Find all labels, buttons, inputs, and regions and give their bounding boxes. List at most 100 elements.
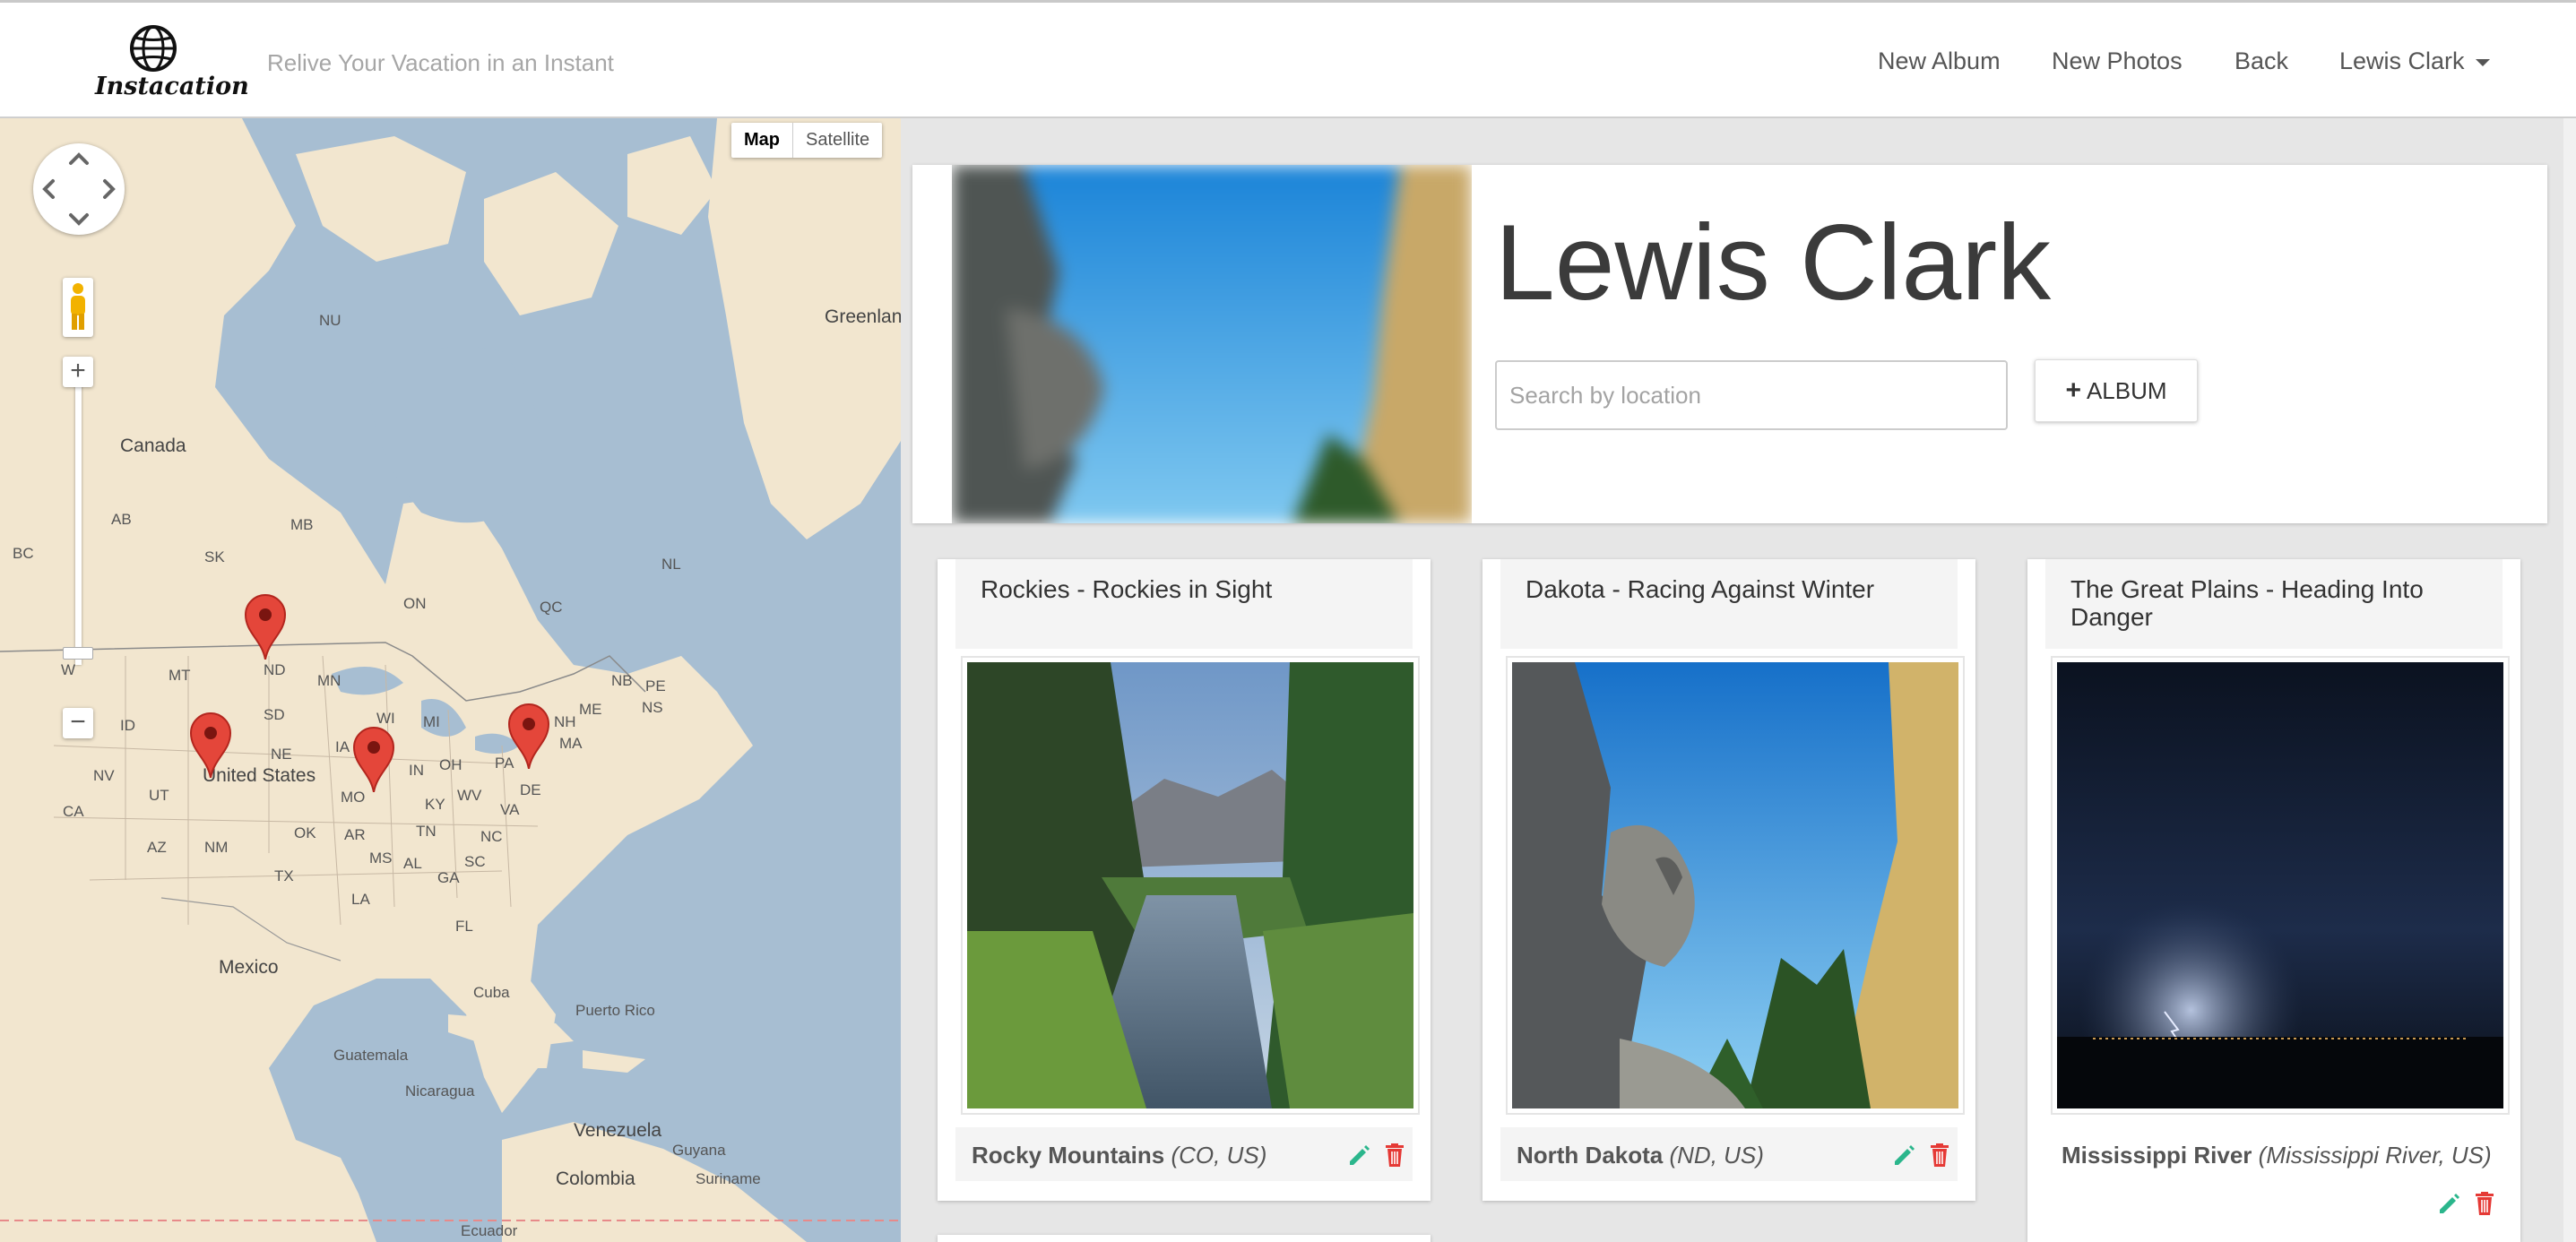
edit-pencil-icon[interactable]	[2436, 1190, 2461, 1217]
map-label-oh: OH	[439, 756, 462, 773]
map-label-ca: CA	[63, 803, 84, 820]
map-label-guatemala: Guatemala	[333, 1047, 409, 1064]
album-location: Mississippi River (Mississippi River, US…	[2062, 1142, 2492, 1169]
profile-name: Lewis Clark	[1495, 203, 2052, 323]
zoom-in-button[interactable]: +	[63, 357, 93, 387]
map-label-in: IN	[409, 762, 424, 779]
nav-user-name: Lewis Clark	[2339, 47, 2465, 74]
map-label-mexico: Mexico	[219, 957, 279, 978]
map-label-mn: MN	[317, 672, 341, 689]
map-label-ia: IA	[335, 738, 350, 755]
map-label-sd: SD	[264, 706, 285, 723]
album-photo[interactable]	[2051, 656, 2510, 1115]
album-location-name: Rocky Mountains	[972, 1142, 1165, 1169]
map-label-ma: MA	[559, 735, 583, 752]
delete-trash-icon[interactable]	[1382, 1142, 1407, 1169]
map-label-wa: W	[61, 661, 76, 678]
map-label-ab: AB	[111, 511, 132, 528]
zoom-slider-track[interactable]	[75, 378, 82, 665]
map-label-on: ON	[403, 595, 427, 612]
add-album-button[interactable]: + ALBUM	[2035, 359, 2198, 422]
album-photo[interactable]	[1506, 656, 1965, 1115]
map-label-suriname: Suriname	[696, 1170, 761, 1187]
pan-arrows-icon	[42, 152, 116, 226]
map-marker-mississippi[interactable]	[352, 726, 395, 792]
album-card-next-row[interactable]	[938, 1235, 1431, 1242]
map-label-ecuador: Ecuador	[461, 1222, 518, 1239]
map-label-ky: KY	[425, 796, 445, 813]
map-label-ar: AR	[344, 826, 366, 843]
map-type-map-button[interactable]: Map	[731, 123, 793, 158]
zoom-out-button[interactable]: −	[63, 708, 93, 738]
map-label-tn: TN	[416, 823, 437, 840]
map-label-al: AL	[403, 855, 422, 872]
album-title[interactable]: The Great Plains - Heading Into Danger	[2070, 575, 2492, 631]
album-title[interactable]: Dakota - Racing Against Winter	[1526, 575, 1947, 603]
map-label-mb: MB	[290, 516, 314, 533]
album-card-header: Dakota - Racing Against Winter	[1500, 559, 1958, 649]
album-card-dakota[interactable]: Dakota - Racing Against Winter North Dak…	[1482, 559, 1975, 1201]
map-label-canada: Canada	[120, 436, 186, 456]
map[interactable]: Greenland Canada NU AB BC SK MB ON QC NL…	[0, 118, 901, 1242]
map-marker-rockies[interactable]	[244, 593, 287, 660]
album-card-header: Rockies - Rockies in Sight	[955, 559, 1413, 649]
map-label-qc: QC	[540, 599, 563, 616]
map-tiles[interactable]	[0, 118, 901, 1242]
album-photo-image	[1512, 662, 1958, 1108]
map-label-bc: BC	[13, 545, 34, 562]
map-label-la: LA	[351, 891, 370, 908]
edit-pencil-icon[interactable]	[1346, 1142, 1371, 1169]
caret-down-icon	[2475, 58, 2490, 66]
delete-trash-icon[interactable]	[2472, 1190, 2497, 1217]
nav-new-album[interactable]: New Album	[1878, 47, 2001, 75]
map-label-tx: TX	[274, 867, 294, 884]
map-label-nm: NM	[204, 839, 229, 856]
album-location-region: (ND, US)	[1669, 1142, 1764, 1169]
map-label-fl: FL	[455, 918, 473, 935]
search-by-location-input[interactable]	[1495, 360, 2008, 430]
map-marker-dakota[interactable]	[189, 712, 232, 778]
map-label-va: VA	[500, 801, 520, 818]
map-label-de: DE	[520, 781, 541, 798]
map-label-ok: OK	[294, 824, 316, 841]
map-label-az: AZ	[147, 839, 167, 856]
profile-photo	[952, 165, 1472, 523]
pegman-icon	[71, 283, 85, 330]
nav-back[interactable]: Back	[2235, 47, 2288, 75]
zoom-slider-thumb[interactable]	[63, 647, 93, 660]
map-label-cuba: Cuba	[473, 984, 510, 1001]
map-label-puerto-rico: Puerto Rico	[575, 1002, 655, 1019]
map-type-satellite-button[interactable]: Satellite	[793, 123, 882, 158]
map-marker-northeast[interactable]	[507, 703, 550, 769]
album-title[interactable]: Rockies - Rockies in Sight	[981, 575, 1402, 603]
street-view-pegman[interactable]	[63, 278, 93, 337]
map-label-mt: MT	[169, 667, 191, 684]
map-label-me: ME	[579, 701, 602, 718]
album-card-header: The Great Plains - Heading Into Danger	[2045, 559, 2503, 649]
globe-icon	[130, 25, 177, 72]
nav-new-photos[interactable]: New Photos	[2052, 47, 2183, 75]
delete-trash-icon[interactable]	[1927, 1142, 1952, 1169]
map-label-ut: UT	[149, 787, 169, 804]
album-location-name: Mississippi River	[2062, 1142, 2252, 1169]
album-photo[interactable]	[961, 656, 1420, 1115]
album-card-footer: North Dakota (ND, US)	[1500, 1127, 1958, 1181]
album-card-rockies[interactable]: Rockies - Rockies in Sight Rocky Mountai…	[938, 559, 1431, 1201]
add-album-label: ALBUM	[2086, 376, 2167, 404]
pan-control[interactable]	[33, 143, 125, 235]
edit-pencil-icon[interactable]	[1891, 1142, 1916, 1169]
map-label-nd: ND	[264, 661, 286, 678]
map-label-nicaragua: Nicaragua	[405, 1082, 475, 1100]
page-scrollbar[interactable]	[2563, 118, 2576, 1242]
album-location-region: (Mississippi River, US)	[2258, 1142, 2492, 1169]
album-location: Rocky Mountains (CO, US)	[972, 1142, 1266, 1169]
logo[interactable]: Instacation	[95, 24, 249, 110]
map-label-nc: NC	[480, 828, 503, 845]
album-card-great-plains[interactable]: The Great Plains - Heading Into Danger M…	[2027, 559, 2520, 1242]
profile-panel: Lewis Clark + ALBUM	[912, 165, 2547, 523]
logo-text: Instacation	[95, 73, 249, 100]
nav-user-menu[interactable]: Lewis Clark	[2339, 47, 2490, 75]
map-label-greenland: Greenland	[825, 306, 901, 327]
map-label-colombia: Colombia	[556, 1169, 635, 1189]
map-label-ms: MS	[369, 850, 393, 867]
